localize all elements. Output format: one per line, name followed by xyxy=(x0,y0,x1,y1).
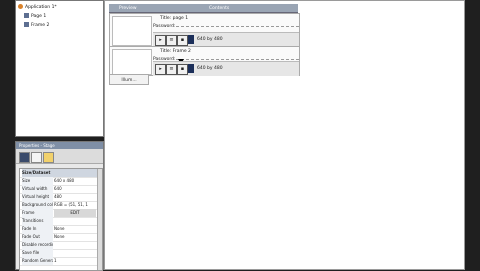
page-size: 640 by 480 xyxy=(197,37,223,42)
edit-icon[interactable]: ≡ xyxy=(166,35,177,46)
application-icon xyxy=(18,4,23,9)
property-name: Virtual height xyxy=(22,193,53,201)
password-field[interactable] xyxy=(176,59,299,60)
properties-toolbar xyxy=(16,149,103,164)
tree-item-label: Frame 2 xyxy=(31,23,50,28)
properties-title: Properties - Stage xyxy=(19,143,55,148)
tree-item-page-1[interactable]: Page 1 xyxy=(24,12,103,21)
property-name: Transitions xyxy=(22,217,53,225)
tree-item-application[interactable]: Application 1* xyxy=(18,3,103,12)
tree-item-label: Application 1* xyxy=(25,5,57,10)
play-icon[interactable]: ▸ xyxy=(155,35,166,46)
page-title: Title: Frame 2 xyxy=(160,49,191,54)
property-value[interactable]: RGB = (51, 51, 1 xyxy=(54,201,96,209)
properties-titlebar: Properties - Stage xyxy=(16,142,103,149)
settings-icon[interactable]: ▪ xyxy=(177,35,188,46)
color-swatch xyxy=(188,64,194,73)
property-name: Background color xyxy=(22,201,53,209)
play-icon[interactable]: ▸ xyxy=(155,64,166,75)
color-swatch xyxy=(188,35,194,44)
page-row[interactable]: Title: Frame 2 Password: ▸ ≡ ▪ 640 by 48… xyxy=(109,46,300,76)
property-name: Save file xyxy=(22,249,53,257)
property-name: Fade In xyxy=(22,225,53,233)
page-toolbar: ▸ ≡ ▪ 640 by 480 xyxy=(153,32,299,47)
property-name: Virtual width xyxy=(22,185,53,193)
categorized-icon[interactable] xyxy=(19,152,30,163)
property-name: Random Generator xyxy=(22,257,53,265)
page-icon xyxy=(24,22,29,27)
preview-column-header[interactable]: Preview xyxy=(119,4,137,13)
page-info: Title: page 1 Password: ▸ ≡ ▪ 640 by 480 xyxy=(152,14,299,47)
page-title: Title: page 1 xyxy=(160,16,189,21)
page-password-label: Password: xyxy=(153,24,176,29)
page-info: Title: Frame 2 Password: ▸ ≡ ▪ 640 by 48… xyxy=(152,47,299,80)
edit-button[interactable]: EDIT xyxy=(54,209,96,217)
edit-icon[interactable]: ≡ xyxy=(166,64,177,75)
property-row[interactable]: Random Generator 1 xyxy=(20,257,102,266)
property-value[interactable]: None xyxy=(54,233,96,241)
page-thumbnail[interactable] xyxy=(112,16,152,46)
password-field[interactable] xyxy=(176,26,299,27)
property-value[interactable]: 640 xyxy=(54,185,96,193)
page-list-canvas: Preview Contents Title: page 1 Password:… xyxy=(104,0,465,270)
property-name: Disable recording xyxy=(22,241,53,249)
page-size: 640 by 480 xyxy=(197,66,223,71)
page-icon xyxy=(24,13,29,18)
page-row[interactable]: Title: page 1 Password: ▸ ≡ ▪ 640 by 480 xyxy=(109,13,300,48)
page-thumbnail[interactable] xyxy=(112,49,152,75)
property-value[interactable]: 640 x 480 xyxy=(54,177,96,185)
alphabetical-icon[interactable] xyxy=(31,152,42,163)
property-grid: Size/Dataset Size 640 x 480 Virtual widt… xyxy=(19,168,103,271)
tree-item-label: Page 1 xyxy=(31,14,47,19)
property-value[interactable]: 1 xyxy=(54,257,96,265)
project-tree-panel: Application 1* Page 1 Frame 2 xyxy=(15,0,104,137)
events-icon[interactable] xyxy=(43,152,54,163)
property-name: Size xyxy=(22,177,53,185)
property-name: Fade Out xyxy=(22,233,53,241)
page-list-header: Preview Contents xyxy=(109,4,298,13)
page-toolbar: ▸ ≡ ▪ 640 by 480 xyxy=(153,61,299,76)
settings-icon[interactable]: ▪ xyxy=(177,64,188,75)
properties-scrollbar[interactable] xyxy=(97,169,102,270)
contents-column-header[interactable]: Contents xyxy=(209,4,229,13)
property-value[interactable]: None xyxy=(54,225,96,233)
properties-panel: Properties - Stage Size/Dataset Size 640… xyxy=(15,141,104,271)
tree-item-frame-2[interactable]: Frame 2 xyxy=(24,21,103,30)
add-page-button[interactable]: Illum... xyxy=(109,74,149,85)
property-name: Frame xyxy=(22,209,53,217)
property-value[interactable]: 480 xyxy=(54,193,96,201)
property-name: Size/Dataset xyxy=(22,169,102,177)
